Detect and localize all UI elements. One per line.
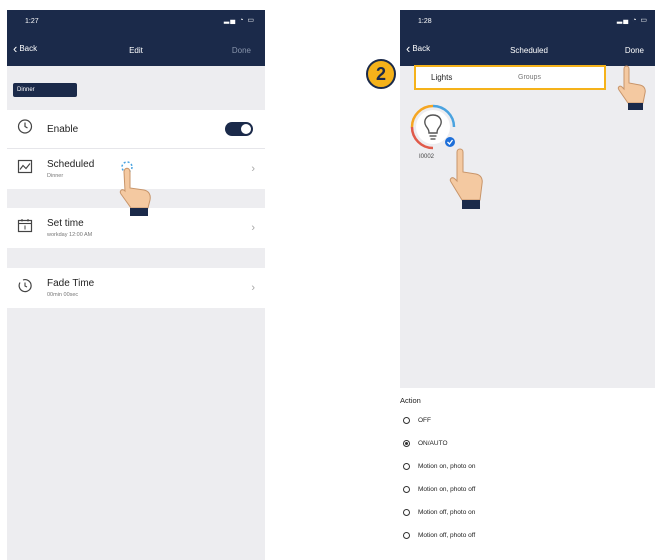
radio-option-motion-on-photo-on[interactable]: Motion on, photo on — [403, 460, 475, 472]
option-label: Motion on, photo on — [418, 462, 476, 470]
enable-row: Enable — [7, 110, 265, 148]
done-button[interactable]: Done — [232, 46, 251, 55]
status-icons: ▂▄ ◔ ▭ — [223, 17, 255, 24]
step-badge: 2 — [366, 59, 396, 89]
status-time: 1:28 — [418, 18, 432, 25]
enable-label: Enable — [47, 124, 79, 135]
scheduled-title: Scheduled — [47, 159, 95, 170]
fade-time-title: Fade Time — [47, 278, 95, 289]
enable-toggle[interactable] — [225, 122, 253, 136]
radio-option-off[interactable]: OFF — [403, 414, 431, 426]
radio-option-motion-on-photo-off[interactable]: Motion on, photo off — [403, 483, 475, 495]
chevron-right-icon: › — [251, 163, 255, 175]
action-panel: Action OFF ON/AUTO Motion on, photo on M… — [400, 388, 655, 560]
radio-icon — [403, 508, 410, 516]
option-label: Motion off, photo off — [418, 531, 476, 539]
section-gap — [7, 248, 265, 268]
scheduled-screen: 1:28 ▂▄ ◔ ▭ ‹ Back Scheduled Done Lights… — [366, 10, 655, 560]
tab-groups[interactable]: Groups — [518, 67, 541, 88]
option-label: Motion on, photo off — [418, 485, 476, 493]
radio-icon — [403, 485, 410, 493]
empty-area — [7, 308, 265, 560]
done-button[interactable]: Done — [625, 46, 644, 55]
fade-time-row[interactable]: Fade Time 00min 00sec › — [7, 268, 265, 308]
light-device-tile[interactable] — [408, 102, 458, 152]
tap-hand-icon — [113, 158, 159, 227]
radio-option-on-auto[interactable]: ON/AUTO — [403, 437, 448, 449]
nav-bar: 1:28 ▂▄ ◔ ▭ ‹ Back Scheduled Done — [400, 10, 655, 66]
page-title: Edit — [129, 46, 143, 55]
set-time-title: Set time — [47, 218, 84, 229]
lights-groups-tabs: Lights Groups — [414, 65, 606, 90]
chevron-right-icon: › — [251, 222, 255, 234]
option-label: OFF — [418, 416, 431, 424]
radio-icon — [403, 531, 410, 539]
chevron-right-icon: › — [251, 282, 255, 294]
device-label: I0002 — [419, 154, 435, 160]
tap-hand-icon — [612, 65, 652, 120]
scheduled-subtitle: Dinner — [47, 173, 64, 179]
action-heading: Action — [400, 396, 421, 405]
set-time-subtitle: workday 12:00 AM — [47, 232, 93, 238]
status-icons: ▂▄ ◔ ▭ — [616, 17, 648, 24]
timer-icon — [17, 278, 33, 299]
status-time: 1:27 — [25, 18, 39, 25]
radio-icon — [403, 462, 410, 470]
option-label: ON/AUTO — [418, 439, 448, 447]
calendar-icon — [17, 218, 33, 239]
tap-hand-icon — [444, 148, 490, 223]
fade-time-subtitle: 00min 00sec — [47, 292, 79, 298]
radio-icon — [403, 416, 410, 424]
clock-icon — [17, 119, 33, 140]
bulb-icon — [410, 104, 456, 150]
edit-screen: 1:27 ▂▄ ◔ ▭ ‹ Back Edit Done Dinner Enab… — [7, 10, 265, 560]
nav-bar: 1:27 ▂▄ ◔ ▭ ‹ Back Edit Done — [7, 10, 265, 66]
option-label: Motion off, photo on — [418, 508, 476, 516]
toggle-knob — [241, 124, 251, 134]
radio-option-motion-off-photo-on[interactable]: Motion off, photo on — [403, 506, 475, 518]
tab-lights[interactable]: Lights — [431, 67, 452, 88]
radio-selected-icon — [403, 439, 410, 447]
schedule-name-tag[interactable]: Dinner — [13, 83, 77, 97]
radio-option-motion-off-photo-off[interactable]: Motion off, photo off — [403, 529, 475, 541]
page-title: Scheduled — [510, 46, 548, 55]
chart-icon — [17, 159, 33, 180]
